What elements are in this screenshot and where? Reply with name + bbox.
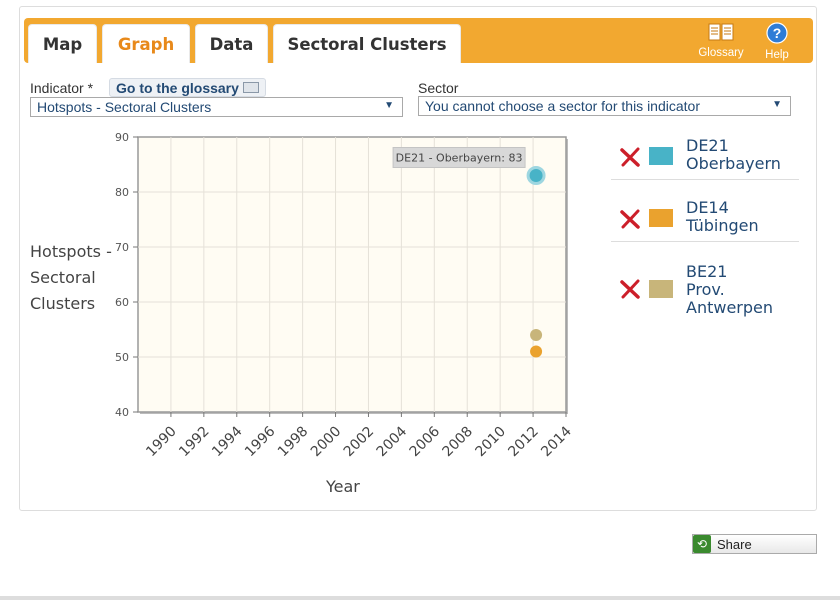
x-tick-label: 1990	[143, 424, 180, 461]
page-divider	[0, 596, 840, 600]
chevron-down-icon: ▼	[772, 99, 782, 110]
x-tick-label: 1992	[176, 424, 213, 461]
glossary-link-text: Go to the glossary	[116, 79, 239, 96]
x-tick-label: 2002	[341, 424, 378, 461]
data-point	[530, 329, 543, 341]
legend-label-line: DE14	[686, 198, 729, 217]
data-point	[526, 166, 546, 185]
chart: 40 50 60 70 80 90 1990199219941996199820002002…	[115, 131, 575, 461]
legend-swatch	[649, 280, 673, 298]
sector-label: Sector	[418, 80, 459, 96]
tooltip-text: DE21 - Oberbayern: 83	[396, 152, 523, 165]
x-tick-label: 1994	[209, 423, 246, 460]
share-label: Share	[717, 536, 752, 552]
legend-item: BE21 Prov. Antwerpen	[611, 262, 799, 322]
legend-item: DE21 Oberbayern	[611, 136, 799, 180]
indicator-select-value: Hotspots - Sectoral Clusters	[37, 99, 212, 115]
legend-label-line: Tübingen	[686, 216, 759, 235]
glossary-label: Glossary	[698, 47, 744, 59]
tab-map[interactable]: Map	[28, 24, 97, 63]
x-tick-label: 2012	[505, 424, 542, 461]
x-tick-label: 2010	[472, 424, 509, 461]
plot-area	[137, 136, 567, 413]
x-axis-label: Year	[326, 477, 360, 496]
y-tick-label: 40	[115, 406, 129, 419]
svg-text:?: ?	[773, 25, 782, 41]
share-button[interactable]: ⟲ Share	[692, 534, 817, 554]
x-tick-label: 1996	[242, 423, 279, 460]
y-tick-label: 70	[115, 241, 129, 254]
remove-icon[interactable]	[619, 146, 641, 168]
book-icon	[242, 82, 259, 93]
y-tick-label: 50	[115, 351, 129, 364]
tab-data[interactable]: Data	[195, 24, 268, 63]
tab-sectoral-clusters[interactable]: Sectoral Clusters	[273, 24, 461, 63]
indicator-select[interactable]: Hotspots - Sectoral Clusters ▼	[30, 97, 403, 117]
indicator-label: Indicator *	[30, 80, 94, 96]
help-label: Help	[765, 49, 789, 61]
legend-label-line: BE21	[686, 262, 728, 281]
legend-label-line: Oberbayern	[686, 154, 781, 173]
legend-label-line: DE21	[686, 136, 729, 155]
question-icon: ?	[766, 22, 788, 44]
legend-item: DE14 Tübingen	[611, 198, 799, 242]
data-point	[530, 345, 543, 358]
tab-graph[interactable]: Graph	[102, 24, 190, 63]
sector-select-value: You cannot choose a sector for this indi…	[425, 98, 700, 114]
legend-label: BE21 Prov. Antwerpen	[686, 263, 773, 317]
glossary-button[interactable]: Glossary	[694, 22, 748, 59]
sector-select[interactable]: You cannot choose a sector for this indi…	[418, 96, 791, 116]
x-tick-label: 2008	[440, 424, 477, 461]
legend-swatch	[649, 147, 673, 165]
legend-label: DE21 Oberbayern	[686, 137, 781, 173]
y-tick-label: 80	[115, 186, 129, 199]
go-to-glossary-link[interactable]: Go to the glossary	[109, 78, 266, 97]
legend-label: DE14 Tübingen	[686, 199, 759, 235]
book-icon	[708, 23, 734, 41]
x-tick-label: 2000	[308, 424, 345, 461]
y-tick-label: 60	[115, 296, 129, 309]
x-tick-label: 2014	[538, 423, 575, 460]
share-icon: ⟲	[693, 535, 711, 553]
y-tick-label: 90	[115, 131, 129, 144]
remove-icon[interactable]	[619, 278, 641, 300]
x-tick-label: 2004	[374, 423, 411, 460]
remove-icon[interactable]	[619, 208, 641, 230]
chevron-down-icon: ▼	[384, 100, 394, 111]
legend-label-line: Antwerpen	[686, 298, 774, 317]
legend-label-line: Prov.	[686, 280, 725, 299]
legend-swatch	[649, 209, 673, 227]
help-button[interactable]: ? Help	[760, 22, 794, 61]
x-tick-label: 1998	[275, 424, 312, 461]
x-tick-label: 2006	[407, 423, 444, 460]
